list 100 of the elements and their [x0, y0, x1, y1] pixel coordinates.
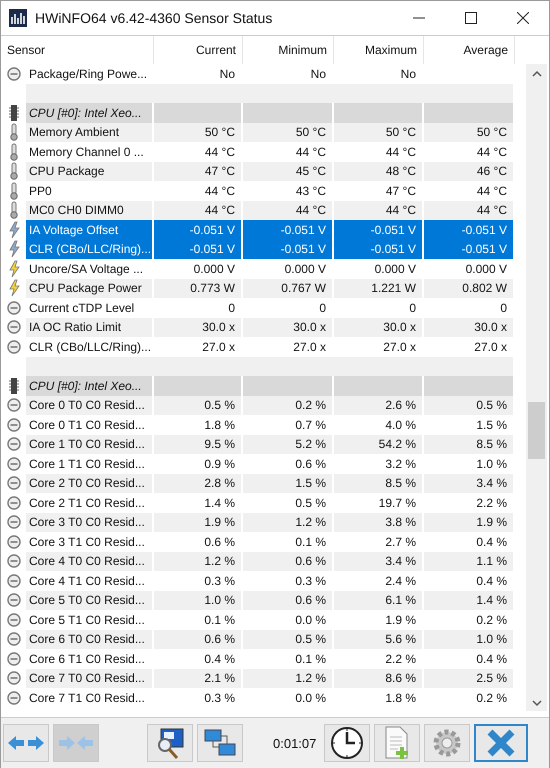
table-cell: -0.051 V [424, 220, 515, 240]
gauge-icon [6, 632, 20, 646]
table-cell: 1.2 % [243, 668, 334, 688]
sensor-name[interactable]: Core 0 T0 C0 Resid... [26, 396, 154, 415]
table-cell: 0.0 % [243, 688, 334, 708]
table-cell: 1.9 % [424, 512, 515, 532]
table-cell: -0.051 V [334, 240, 424, 259]
sensor-name[interactable]: Core 4 T0 C0 Resid... [26, 552, 154, 571]
table-cell: 8.5 % [424, 434, 515, 454]
sensor-name[interactable]: Core 1 T0 C0 Resid... [26, 434, 154, 454]
gauge-icon [6, 690, 20, 705]
gauge-icon [6, 437, 20, 452]
table-cell: 30.0 x [424, 318, 515, 337]
lightning-icon [8, 260, 20, 278]
gauge-icon [6, 593, 20, 608]
gauge-icon [6, 534, 20, 549]
table-cell: 1.2 % [243, 512, 334, 532]
table-cell: 44 °C [243, 200, 334, 220]
toolbar-button[interactable] [147, 724, 193, 762]
table-cell: 50 °C [154, 122, 243, 142]
table-cell: 2.5 % [424, 668, 515, 688]
close-button[interactable] [474, 724, 528, 762]
table-cell: 0.3 % [154, 688, 243, 708]
sensor-name[interactable]: Core 7 T1 C0 Resid... [26, 688, 154, 708]
table-cell: 45 °C [243, 162, 334, 181]
gauge-icon [6, 515, 20, 530]
sensor-name[interactable]: Memory Ambient [26, 122, 154, 142]
toolbar-button[interactable] [324, 724, 370, 762]
chip-icon [8, 376, 18, 395]
lightning-icon [8, 220, 20, 239]
table-cell: 44 °C [334, 200, 424, 220]
gauge-icon [6, 574, 20, 588]
table-cell: -0.051 V [243, 220, 334, 240]
gauge-icon [6, 496, 20, 510]
close-icon [517, 12, 529, 24]
column-header[interactable]: Average [424, 36, 515, 64]
table-cell: 0.802 W [424, 278, 515, 298]
column-header[interactable]: Maximum [334, 36, 424, 64]
gauge-icon [6, 418, 20, 432]
table-cell: 1.0 % [424, 630, 515, 649]
table-cell: 5.6 % [334, 630, 424, 649]
table-cell: 0.6 % [154, 630, 243, 649]
table-cell: 50 °C [424, 122, 515, 142]
gauge-icon [6, 671, 20, 686]
table-cell: 0.2 % [243, 396, 334, 415]
gauge-icon [6, 340, 20, 354]
close-icon [486, 728, 516, 758]
table-cell: 3.8 % [334, 512, 424, 532]
sensor-name[interactable]: Core 2 T0 C0 Resid... [26, 474, 154, 493]
sensor-name[interactable]: IA OC Ratio Limit [26, 318, 154, 337]
table-cell: 0.5 % [154, 396, 243, 415]
table-cell: 0.5 % [243, 630, 334, 649]
group-label[interactable]: CPU [#0]: Intel Xeo... [26, 103, 154, 122]
table-cell: 47 °C [154, 162, 243, 181]
table-cell: 0.6 % [243, 590, 334, 610]
gauge-icon [6, 398, 20, 412]
elapsed-time: 0:01:07 [272, 736, 318, 750]
sensor-name[interactable]: Core 6 T0 C0 Resid... [26, 630, 154, 649]
table-cell: 0.767 W [243, 278, 334, 298]
table-cell: 9.5 % [154, 434, 243, 454]
sensor-name[interactable]: Core 7 T0 C0 Resid... [26, 668, 154, 688]
sensor-name[interactable]: IA Voltage Offset [26, 220, 154, 240]
window-title: HWiNFO64 v6.42-4360 Sensor Status [35, 10, 274, 26]
table-cell: 0.2 % [424, 688, 515, 708]
table-cell: 46 °C [424, 162, 515, 181]
thermometer-icon [8, 182, 18, 200]
table-cell: 2.1 % [154, 668, 243, 688]
gauge-icon [6, 612, 20, 627]
column-header[interactable]: Sensor [1, 36, 154, 64]
gauge-icon [6, 554, 20, 568]
expand-arrows-icon [6, 733, 46, 753]
table-cell: 54.2 % [334, 434, 424, 454]
table-cell: 1.8 % [334, 688, 424, 708]
sensor-name[interactable]: Core 3 T0 C0 Resid... [26, 512, 154, 532]
table-cell: 48 °C [334, 162, 424, 181]
table-cell: 0.5 % [424, 396, 515, 415]
sensor-name[interactable]: CPU Package Power [26, 278, 154, 298]
table-cell: 44 °C [154, 200, 243, 220]
column-header[interactable]: Minimum [243, 36, 334, 64]
scroll-up-icon[interactable] [532, 70, 542, 78]
table-cell: 50 °C [243, 122, 334, 142]
thermometer-icon [8, 142, 18, 161]
lightning-icon [8, 240, 20, 258]
gauge-icon [6, 66, 20, 81]
column-header[interactable]: Current [154, 36, 243, 64]
toolbar-button[interactable] [197, 724, 243, 762]
group-label[interactable]: CPU [#0]: Intel Xeo... [26, 376, 154, 396]
sensor-name[interactable]: CLR (CBo/LLC/Ring)... [26, 240, 154, 259]
scroll-down-icon[interactable] [532, 699, 542, 707]
sensor-name[interactable]: MC0 CH0 DIMM0 [26, 200, 154, 220]
table-cell: 30.0 x [334, 318, 424, 337]
scrollbar-thumb[interactable] [528, 402, 545, 459]
thermometer-icon [8, 123, 18, 142]
table-cell: 44 °C [424, 200, 515, 220]
thermometer-icon [8, 162, 18, 180]
table-cell: 2.8 % [154, 474, 243, 493]
table-cell: 1.2 % [154, 552, 243, 571]
table-cell: 1.1 % [424, 552, 515, 571]
sensor-name[interactable]: Core 5 T0 C0 Resid... [26, 590, 154, 610]
sensor-name[interactable]: CPU Package [26, 162, 154, 181]
